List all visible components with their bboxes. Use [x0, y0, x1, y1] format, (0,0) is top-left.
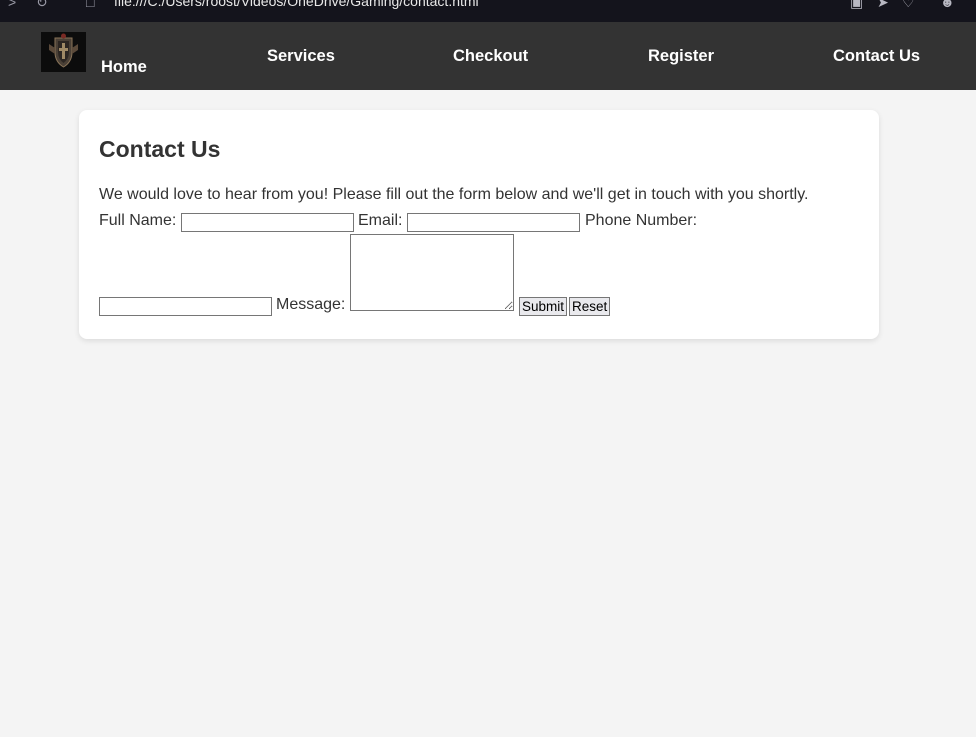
nav-register[interactable]: Register: [648, 47, 714, 66]
phone-label: Phone Number:: [585, 212, 698, 229]
profile-icon[interactable]: ☻: [940, 0, 955, 10]
nav-home[interactable]: Home: [101, 58, 147, 77]
shield-crest-icon[interactable]: [41, 32, 86, 72]
message-label: Message:: [276, 296, 346, 313]
intro-text: We would love to hear from you! Please f…: [99, 186, 809, 203]
contact-card: Contact Us We would love to hear from yo…: [79, 110, 879, 339]
message-textarea[interactable]: [350, 234, 514, 311]
phone-input[interactable]: [99, 297, 272, 316]
page-title: Contact Us: [99, 136, 221, 162]
favorite-icon[interactable]: ♡: [902, 0, 915, 11]
reload-icon[interactable]: ↻: [36, 0, 48, 11]
screenshot-icon[interactable]: ▣: [850, 0, 863, 11]
nav-checkout[interactable]: Checkout: [453, 47, 528, 66]
full-name-label: Full Name:: [99, 212, 177, 229]
page-info-icon[interactable]: □: [86, 0, 94, 10]
email-label: Email:: [358, 212, 403, 229]
forward-icon[interactable]: >: [8, 0, 16, 10]
nav-services[interactable]: Services: [267, 47, 335, 66]
reset-button[interactable]: Reset: [569, 297, 611, 316]
full-name-input[interactable]: [181, 213, 354, 232]
send-icon[interactable]: ➤: [877, 0, 889, 11]
address-bar[interactable]: file:///C:/Users/roost/Videos/OneDrive/G…: [114, 0, 479, 9]
email-input[interactable]: [407, 213, 580, 232]
browser-toolbar: > ↻ □ file:///C:/Users/roost/Videos/OneD…: [0, 0, 976, 22]
submit-button[interactable]: Submit: [519, 297, 568, 316]
nav-contact-us[interactable]: Contact Us: [833, 47, 920, 66]
site-header: Home Services Checkout Register Contact …: [0, 22, 976, 90]
logo-graphic: [41, 32, 86, 72]
